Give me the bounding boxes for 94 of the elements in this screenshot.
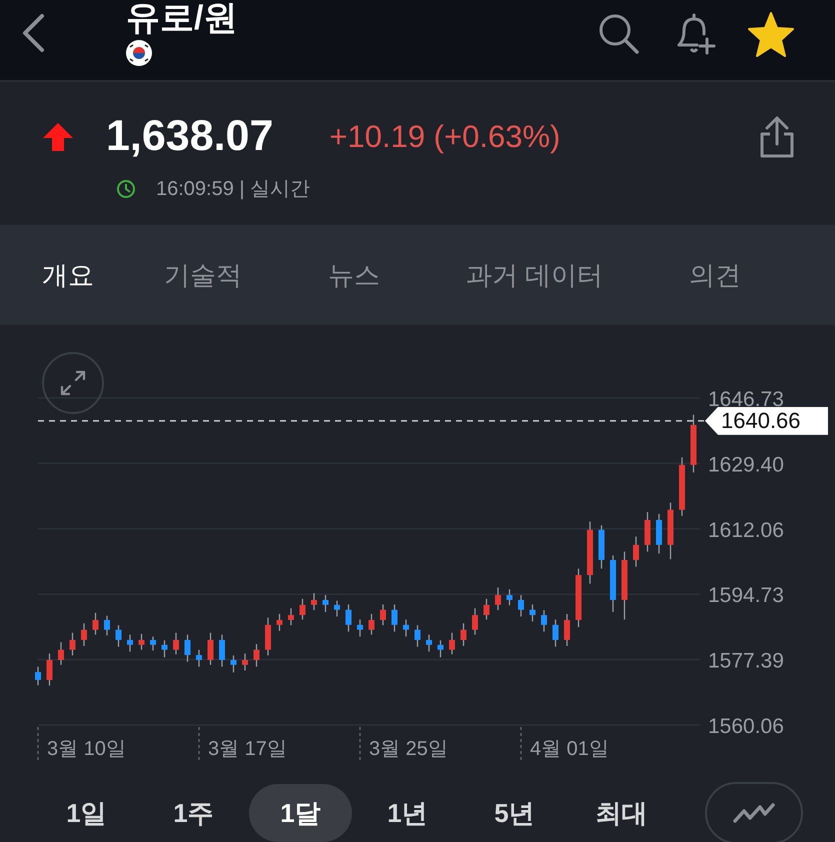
candle [276, 614, 282, 631]
expand-button[interactable] [42, 352, 104, 414]
candle [173, 632, 179, 654]
candle [690, 414, 696, 472]
candle [92, 612, 98, 635]
tab[interactable]: 기술적 [142, 248, 264, 302]
candle [530, 604, 536, 622]
price-tag: 1640.66 [705, 406, 828, 435]
axis-label: 1577.39 [708, 650, 784, 673]
tab[interactable]: 개요 [20, 248, 116, 302]
tab[interactable]: 과거 데이터 [444, 248, 626, 302]
line-chart-icon [732, 801, 776, 825]
candle [644, 512, 650, 552]
candle [208, 632, 214, 665]
axis-label: 1560.06 [708, 715, 784, 738]
candle [668, 502, 674, 560]
candle [610, 555, 616, 612]
range-button[interactable]: 5년 [463, 784, 566, 842]
axis-label: 3월 17일 [208, 738, 287, 760]
flag-icon [126, 40, 152, 66]
candle [150, 636, 156, 651]
expand-icon [58, 368, 88, 398]
candle [70, 632, 76, 656]
candle [633, 536, 639, 567]
candle [380, 604, 386, 626]
search-icon[interactable] [597, 12, 641, 56]
axis-label: 1612.06 [708, 518, 784, 542]
candle [219, 634, 225, 667]
candle [368, 614, 374, 635]
candle [254, 644, 260, 667]
candle [311, 593, 317, 610]
candle [495, 588, 501, 610]
candle [392, 604, 398, 632]
axis-label: 1629.40 [708, 453, 784, 476]
timestamp: 16:09:59 | 실시간 [156, 177, 310, 202]
back-icon[interactable] [20, 13, 46, 53]
range-button[interactable]: 최대 [570, 784, 673, 842]
axis-label: 1594.73 [708, 584, 784, 608]
candle [288, 608, 294, 626]
candle [265, 618, 271, 656]
candle [472, 608, 478, 635]
price-value: 1,638.07 [106, 112, 274, 161]
candle [357, 620, 363, 637]
candle [484, 598, 490, 620]
candle [506, 589, 512, 606]
candle [58, 642, 64, 665]
candle [162, 640, 168, 658]
candle [552, 620, 558, 647]
candle [449, 632, 455, 654]
candle [541, 610, 547, 632]
candle [322, 595, 328, 612]
candle [346, 604, 352, 632]
axis-label: 3월 25일 [369, 738, 448, 760]
candle [46, 654, 52, 686]
tab[interactable]: 뉴스 [306, 248, 402, 302]
candle [679, 457, 685, 516]
range-button[interactable]: 1주 [142, 784, 245, 842]
candle [184, 634, 190, 662]
tab[interactable]: 의견 [667, 248, 764, 302]
range-button[interactable]: 1일 [35, 784, 138, 842]
candle [116, 625, 122, 647]
candle [81, 623, 87, 646]
candle [460, 623, 466, 646]
candle [104, 616, 110, 636]
candle [334, 600, 340, 617]
arrow-up-icon [42, 122, 74, 152]
candle [564, 614, 570, 646]
star-icon[interactable] [747, 11, 795, 57]
candle [403, 620, 409, 637]
candle [196, 650, 202, 667]
candle [127, 634, 133, 652]
candle [576, 568, 582, 628]
axis-label: 4월 01일 [530, 738, 609, 760]
share-icon[interactable] [759, 116, 795, 158]
page-title: 유로/원 [126, 0, 238, 36]
clock-icon [116, 178, 136, 198]
candle [622, 552, 628, 620]
candle [414, 625, 420, 647]
candle [518, 595, 524, 617]
candle [587, 522, 593, 584]
candle [300, 598, 306, 620]
candle [35, 666, 41, 686]
range-button[interactable]: 1년 [356, 784, 459, 842]
candle [230, 655, 236, 672]
range-button[interactable]: 1달 [249, 784, 352, 842]
price-change: +10.19 (+0.63%) [329, 118, 560, 154]
candle [242, 654, 248, 671]
candle [598, 525, 604, 569]
candle [426, 634, 432, 652]
candle [656, 514, 662, 554]
candle [438, 640, 444, 658]
chart-type-button[interactable] [705, 782, 803, 842]
axis-label: 3월 10일 [47, 738, 126, 760]
candle [138, 634, 144, 650]
